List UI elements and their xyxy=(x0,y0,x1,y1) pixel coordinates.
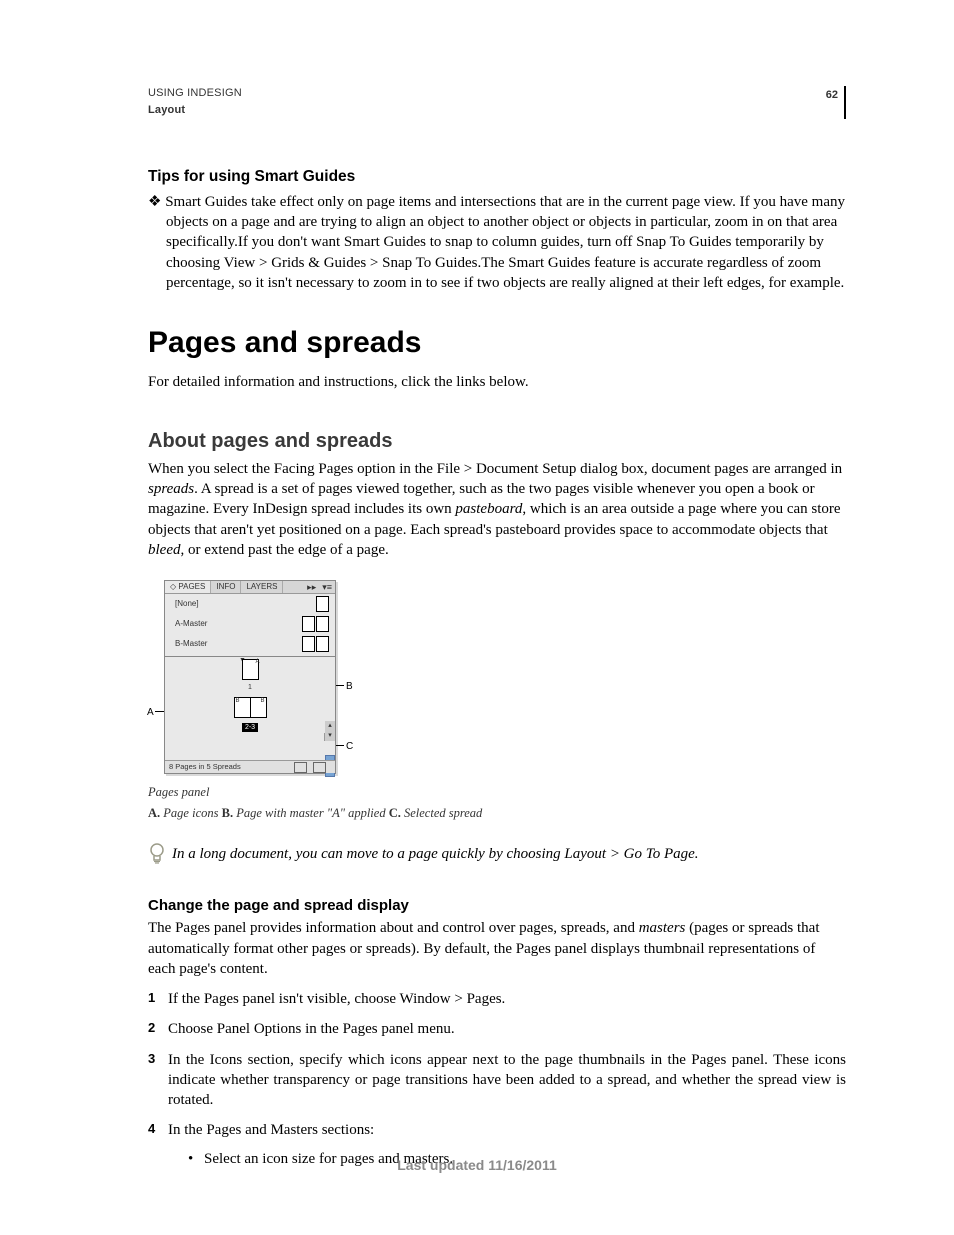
step-item: If the Pages panel isn't visible, choose… xyxy=(148,989,846,1009)
about-paragraph: When you select the Facing Pages option … xyxy=(148,459,846,560)
new-page-icon[interactable] xyxy=(294,762,307,773)
master-none-row[interactable]: [None] xyxy=(165,594,335,614)
change-display-paragraph: The Pages panel provides information abo… xyxy=(148,918,846,979)
panel-scrollbar[interactable]: ▴ ▾ xyxy=(324,733,335,741)
figure-caption-title: Pages panel xyxy=(148,784,846,801)
tip-text: In a long document, you can move to a pa… xyxy=(172,844,699,864)
master-a-row[interactable]: A-Master xyxy=(165,614,335,634)
step-item: In the Icons section, specify which icon… xyxy=(148,1050,846,1111)
callout-b-label: B xyxy=(346,680,353,694)
tab-info[interactable]: INFO xyxy=(211,581,241,593)
panel-collapse-icon[interactable]: ▸▸ xyxy=(304,581,319,593)
panel-menu-icon[interactable]: ▾≡ xyxy=(319,581,335,593)
callout-a-label: A xyxy=(147,706,154,720)
tip-block: In a long document, you can move to a pa… xyxy=(148,844,846,872)
pages-panel-figure: A B C ◇ PAGES INFO LAYERS ▸▸ ▾≡ xyxy=(148,580,846,822)
master-thumb-icon xyxy=(316,596,329,612)
step-item: Choose Panel Options in the Pages panel … xyxy=(148,1019,846,1039)
change-display-heading: Change the page and spread display xyxy=(148,896,846,916)
tab-pages[interactable]: ◇ PAGES xyxy=(165,581,211,593)
tab-layers[interactable]: LAYERS xyxy=(241,581,283,593)
selected-spread-label: 2-3 xyxy=(242,723,258,732)
page-title: Pages and spreads xyxy=(148,323,846,364)
spread-thumb[interactable]: B B xyxy=(234,697,267,718)
steps-list: If the Pages panel isn't visible, choose… xyxy=(148,989,846,1169)
trash-icon[interactable] xyxy=(313,762,326,773)
about-heading: About pages and spreads xyxy=(148,428,846,455)
callout-c-label: C xyxy=(346,740,353,754)
lightbulb-icon xyxy=(148,844,172,872)
master-thumb-icon xyxy=(316,616,329,632)
tips-bullet: Smart Guides take effect only on page it… xyxy=(148,192,846,293)
panel-tab-bar: ◇ PAGES INFO LAYERS ▸▸ ▾≡ xyxy=(165,581,335,594)
header-section: Layout xyxy=(148,103,242,118)
master-thumb-icon xyxy=(302,636,315,652)
intro-paragraph: For detailed information and instruction… xyxy=(148,372,846,392)
tips-heading: Tips for using Smart Guides xyxy=(148,167,846,188)
pages-panel: ◇ PAGES INFO LAYERS ▸▸ ▾≡ [None] A-Maste… xyxy=(164,580,336,774)
panel-footer-status: 8 Pages in 5 Spreads xyxy=(169,762,241,772)
master-b-row[interactable]: B-Master xyxy=(165,634,335,654)
figure-caption-legend: A. Page icons B. Page with master "A" ap… xyxy=(148,805,846,822)
master-thumb-icon xyxy=(302,616,315,632)
last-updated-footer: Last updated 11/16/2011 xyxy=(0,1156,954,1175)
header-title: USING INDESIGN xyxy=(148,86,242,101)
master-thumb-icon xyxy=(316,636,329,652)
pages-area: ▴ ▾ ▼ A 1 B B xyxy=(165,657,335,753)
page-number: 62 xyxy=(818,86,846,119)
panel-footer: 8 Pages in 5 Spreads xyxy=(165,760,335,773)
running-header: USING INDESIGN Layout 62 xyxy=(148,86,846,119)
page-label: 1 xyxy=(165,683,335,692)
